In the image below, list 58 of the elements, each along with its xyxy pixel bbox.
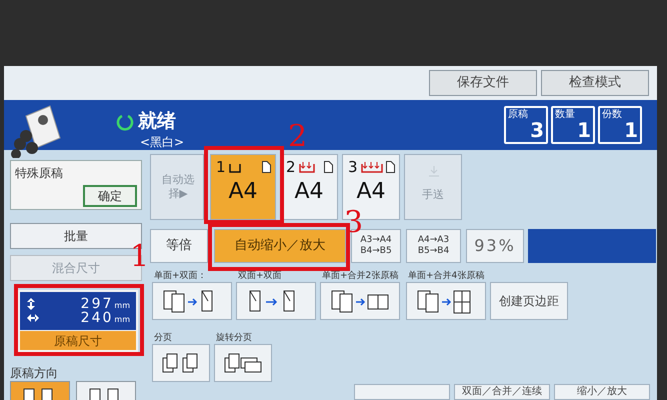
ready-icon (116, 113, 134, 131)
counter-label: 数量 (555, 110, 576, 120)
counter-value: 1 (624, 120, 638, 140)
paper-icon (262, 161, 271, 173)
sort-button[interactable] (214, 344, 272, 382)
tray-feed-icon (428, 165, 440, 177)
duplex-button[interactable] (406, 282, 486, 320)
ratio-button[interactable]: 等倍 (150, 229, 208, 263)
duplex-button[interactable] (320, 282, 400, 320)
tray-icon (229, 161, 241, 173)
color-mode-label: <黑白> (140, 136, 184, 148)
horizontal-arrow-icon (26, 313, 40, 323)
caption-label: 分页 (154, 332, 172, 345)
unit-label: mm (114, 302, 130, 310)
tray-icon (299, 161, 315, 173)
caption-label: 单面+合并4张原稿 (408, 270, 484, 283)
vertical-arrow-icon (26, 297, 36, 311)
paper-tray-button[interactable]: 1 A4 (210, 154, 276, 220)
paper-size: A4 (355, 181, 387, 203)
panel-label: 特殊原稿 (15, 165, 63, 182)
paper-icon (324, 161, 333, 173)
counter-value: 1 (577, 120, 591, 140)
ratio-button[interactable]: 93% (466, 229, 524, 263)
sort-button[interactable] (152, 344, 210, 382)
stacked-pages-icon (223, 352, 263, 374)
header-button[interactable]: 保存文件 (429, 70, 537, 96)
counter-label: 原稿 (508, 110, 529, 120)
annotation-number: 2 (288, 122, 308, 152)
ratio-button[interactable]: A4→A3 B5→B4 (406, 229, 461, 263)
ratio-button[interactable]: 自动缩小／放大 (214, 229, 346, 263)
duplex-button[interactable] (236, 282, 316, 320)
caption-label: 单面+合并2张原稿 (322, 270, 398, 283)
dimension-value: 297 (80, 297, 114, 311)
unit-label: mm (114, 316, 130, 324)
function-tab[interactable]: 缩小／放大 (554, 384, 650, 400)
confirm-button[interactable]: 确定 (83, 185, 137, 207)
counter-value: 3 (530, 120, 544, 140)
margin-button[interactable]: 创建页边距 (490, 282, 568, 320)
dimension-value: 240 (80, 311, 114, 325)
orientation-button[interactable] (76, 381, 136, 400)
tray-icon (361, 161, 383, 173)
counter-label: 份数 (602, 110, 623, 120)
tray-number: 1 (216, 160, 226, 175)
tray-number: 2 (286, 160, 296, 175)
function-tab[interactable]: 双面／合并／连续 (454, 384, 550, 400)
header-button[interactable]: 检查模式 (541, 70, 649, 96)
caption-label: 双面+双面 (238, 270, 282, 283)
orientation-button[interactable] (10, 381, 70, 400)
original-size-button[interactable]: 原稿尺寸 (20, 331, 136, 350)
duplex-button[interactable] (152, 282, 232, 320)
paper-size: A4 (227, 181, 259, 203)
status-title: 就绪 (138, 112, 176, 131)
paper-size: A4 (293, 181, 325, 203)
tray-number: 3 (348, 160, 358, 175)
paper-icon (386, 161, 395, 173)
caption-label: 单面+双面： (154, 270, 207, 283)
caption-label: 旋转分页 (216, 332, 252, 345)
section-label: 原稿方向 (10, 365, 58, 382)
